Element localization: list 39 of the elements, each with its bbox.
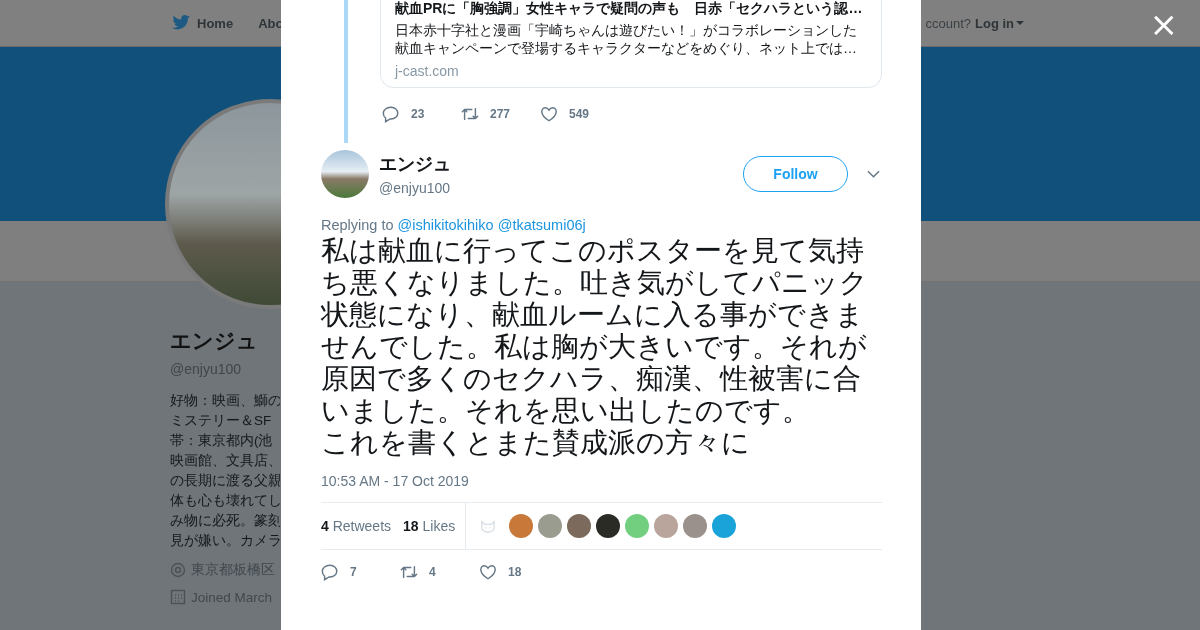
close-button[interactable]: × <box>1149 10 1178 38</box>
reply-icon[interactable] <box>382 105 400 123</box>
retweet-icon[interactable] <box>461 105 479 123</box>
profile-name: エンジュ <box>170 328 259 354</box>
location-pin-icon <box>170 562 186 578</box>
calendar-icon <box>170 589 186 605</box>
stat-link[interactable]: 4 Retweets <box>321 518 392 534</box>
cat-icon <box>480 519 497 533</box>
action-count: 23 <box>411 107 425 121</box>
follow-button[interactable]: Follow <box>743 156 848 192</box>
author-handle[interactable]: @enjyu100 <box>379 180 743 196</box>
account-prompt: ccount? <box>925 15 971 31</box>
tweet-timestamp: 10:53 AM - 17 Oct 2019 <box>321 473 470 489</box>
mention-link[interactable]: @tkatsumi06j <box>497 217 586 233</box>
tweet-text: 私は献血に行ってこのポスターを見て気持ち悪くなりました。吐き気がしてパニック状態になり、献血ルームに入る事ができませんでした。私は胸が大きいです。それが原因で多くのセクハラ、痴漢、性被害に合いました。それを思い出したのです。 <box>321 235 869 427</box>
action-count: 18 <box>508 565 522 579</box>
tweet-text: これを書くとまた賛成派の方々に <box>321 427 751 459</box>
avatar-photo[interactable] <box>321 150 369 198</box>
caret-icon <box>1016 21 1024 25</box>
retweet-icon[interactable] <box>400 563 418 581</box>
card-description: 日本赤十字社と漫画「宇崎ちゃんは遊びたい！」がコラボレーションした献血キャンペーンで登場するキャラクターなどをめぐり、ネット上では… <box>395 21 858 57</box>
stat-link[interactable]: 18 Likes <box>403 518 456 534</box>
chevron-down-icon[interactable] <box>867 170 880 178</box>
login-link[interactable]: Log in <box>975 15 1024 31</box>
liker-avatar-photo[interactable] <box>596 514 621 538</box>
link-preview-card[interactable]: 献血PRに「胸強調」女性キャラで疑問の声も 日赤「セクハラという認… 日本赤十字社と漫画「宇崎ちゃんは遊びたい！」がコラボレーションした献血キャンペーンで登場するキャラクターなどをめぐり、ネット上では… j-cast.com <box>380 0 882 88</box>
mention-link[interactable]: @ishikitokihiko <box>397 217 494 233</box>
action-count: 277 <box>490 107 511 121</box>
heart-icon[interactable] <box>540 105 558 123</box>
reply-icon[interactable] <box>321 563 339 581</box>
action-count: 4 <box>429 565 436 579</box>
card-title: 献血PRに「胸強調」女性キャラで疑問の声も 日赤「セクハラという認… <box>395 0 864 17</box>
author-name[interactable]: エンジュ <box>379 152 743 176</box>
nav-link[interactable]: Home <box>197 15 234 31</box>
action-count: 7 <box>350 565 357 579</box>
replying-label: Replying to <box>321 217 394 233</box>
action-count: 549 <box>569 107 590 121</box>
heart-icon[interactable] <box>479 563 497 581</box>
card-domain: j-cast.com <box>395 63 460 79</box>
